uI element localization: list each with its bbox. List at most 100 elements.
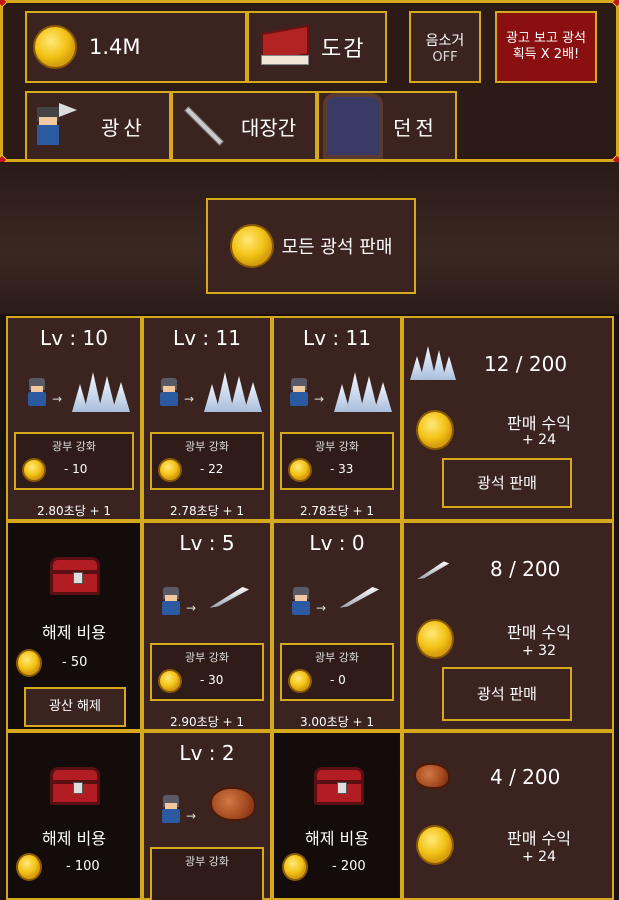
crystal-ore-icon [204, 372, 264, 412]
ad-bonus-label: 광고 보고 광석 획득 X 2배! [505, 31, 587, 62]
upgrade-miner-button[interactable]: 광부 강화 - 0 [280, 643, 394, 701]
mining-rate: 3.00초당 + 1 [299, 715, 375, 729]
ore-summary: 12 / 200 판매 수익 + 24 광석 판매 [402, 316, 614, 521]
locked-slot: 해제 비용 - 100 [6, 731, 142, 900]
gold-coin-icon [158, 458, 182, 482]
copper-ore-icon [210, 787, 256, 821]
upgrade-miner-button[interactable]: 광부 강화 - 30 [150, 643, 264, 701]
unlock-cost: - 100 [66, 859, 100, 874]
sell-ore-button[interactable]: 광석 판매 [442, 458, 572, 508]
chest-icon [314, 767, 364, 805]
mute-state: OFF [432, 49, 458, 65]
unlock-cost: - 50 [62, 655, 88, 670]
nav-mine-button[interactable]: 광산 [25, 91, 171, 161]
miner-slot: Lv : 2 → 광부 강화 [142, 731, 272, 900]
crystal-ore-icon [72, 372, 132, 412]
unlock-cost: - 200 [332, 859, 366, 874]
gold-coin-icon [22, 458, 46, 482]
locked-slot: 해제 비용 - 50 광산 해제 [6, 521, 142, 731]
gold-coin-icon [416, 825, 454, 865]
unlock-cost-label: 해제 비용 [305, 829, 369, 848]
upgrade-cost: - 33 [330, 462, 354, 476]
sell-all-label: 모든 광석 판매 [281, 237, 393, 258]
mining-rate: 2.80초당 + 1 [36, 504, 112, 518]
collection-button[interactable]: 도감 [247, 11, 387, 83]
nav-mine-label: 광산 [101, 115, 146, 140]
profit-label: 판매 수익 [507, 623, 571, 642]
unlock-mine-label: 광산 해제 [49, 699, 101, 714]
gold-coin-icon [416, 410, 454, 450]
arrow-icon: → [314, 392, 325, 406]
miner-level: Lv : 5 [179, 531, 235, 555]
mute-button[interactable]: 음소거 OFF [409, 11, 481, 83]
ore-count: 12 / 200 [484, 352, 568, 376]
miner-icon [26, 378, 48, 408]
mining-rate: 2.78초당 + 1 [169, 504, 245, 518]
ore-count: 4 / 200 [490, 765, 561, 789]
upgrade-label: 광부 강화 [52, 440, 96, 453]
gold-coin-icon [288, 458, 312, 482]
gold-coin-icon [16, 649, 42, 677]
miner-level: Lv : 10 [40, 326, 108, 350]
sell-ore-label: 광석 판매 [477, 474, 537, 492]
miner-icon [160, 587, 182, 617]
upgrade-label: 광부 강화 [185, 651, 229, 664]
upgrade-miner-button[interactable]: 광부 강화 - 10 [14, 432, 134, 490]
nav-dungeon-button[interactable]: 던전 [317, 91, 457, 161]
miner-slot: Lv : 11 → 광부 강화 - 33 2.78초당 + 1 [272, 316, 402, 521]
upgrade-cost: - 10 [64, 462, 88, 476]
chest-icon [50, 767, 100, 805]
nav-smithy-button[interactable]: 대장간 [171, 91, 317, 161]
copper-ore-icon [414, 763, 450, 789]
gold-display: 1.4M [25, 11, 247, 83]
sell-ore-label: 광석 판매 [477, 685, 537, 703]
top-bar: 1.4M 도감 음소거 OFF 광고 보고 광석 획득 X 2배! 광산 대장간… [0, 0, 619, 166]
miner-level: Lv : 0 [309, 531, 365, 555]
unlock-mine-button[interactable]: 광산 해제 [24, 687, 126, 727]
profit-value: + 24 [522, 432, 556, 448]
mute-label: 음소거 [425, 32, 465, 49]
miner-slot: Lv : 5 → 광부 강화 - 30 2.90초당 + 1 [142, 521, 272, 731]
miner-axe-icon [33, 101, 77, 151]
miner-slot: Lv : 10 → 광부 강화 - 10 2.80초당 + 1 [6, 316, 142, 521]
miner-icon [288, 378, 310, 408]
nav-dungeon-label: 던전 [393, 115, 438, 140]
upgrade-label: 광부 강화 [315, 440, 359, 453]
gold-coin-icon [16, 853, 42, 881]
arrow-icon: → [186, 601, 197, 615]
upgrade-miner-button[interactable]: 광부 강화 - 22 [150, 432, 264, 490]
blade-ore-icon [415, 561, 451, 580]
gold-coin-icon [288, 669, 312, 693]
miner-icon [160, 795, 182, 825]
upgrade-label: 광부 강화 [185, 855, 229, 868]
profit-label: 판매 수익 [507, 829, 571, 848]
ad-bonus-button[interactable]: 광고 보고 광석 획득 X 2배! [495, 11, 597, 83]
unlock-cost-label: 해제 비용 [42, 829, 106, 848]
dungeon-door-icon [323, 93, 383, 159]
ore-summary: 4 / 200 판매 수익 + 24 [402, 731, 614, 900]
ore-count: 8 / 200 [490, 557, 561, 581]
collection-label: 도감 [321, 37, 366, 62]
mining-rate: 2.78초당 + 1 [299, 504, 375, 518]
sword-icon [184, 106, 224, 146]
upgrade-miner-button[interactable]: 광부 강화 - 33 [280, 432, 394, 490]
sell-all-button[interactable]: 모든 광석 판매 [206, 198, 416, 294]
upgrade-miner-button[interactable]: 광부 강화 [150, 847, 264, 900]
miner-icon [290, 587, 312, 617]
blade-ore-icon [337, 586, 381, 608]
blade-ore-icon [207, 586, 251, 608]
upgrade-cost: - 30 [200, 673, 224, 687]
crystal-ore-icon [334, 372, 394, 412]
arrow-icon: → [184, 392, 195, 406]
upgrade-cost: - 0 [330, 673, 346, 687]
sell-ore-button[interactable]: 광석 판매 [442, 667, 572, 721]
crystal-ore-icon [410, 346, 458, 380]
locked-slot: 해제 비용 - 200 [272, 731, 402, 900]
miner-icon [158, 378, 180, 408]
nav-smithy-label: 대장간 [241, 115, 297, 140]
miner-slot: Lv : 0 → 광부 강화 - 0 3.00초당 + 1 [272, 521, 402, 731]
upgrade-label: 광부 강화 [185, 440, 229, 453]
mine-grid: Lv : 10 → 광부 강화 - 10 2.80초당 + 1 Lv : 11 … [6, 316, 614, 900]
gold-coin-icon [158, 669, 182, 693]
miner-level: Lv : 11 [173, 326, 241, 350]
